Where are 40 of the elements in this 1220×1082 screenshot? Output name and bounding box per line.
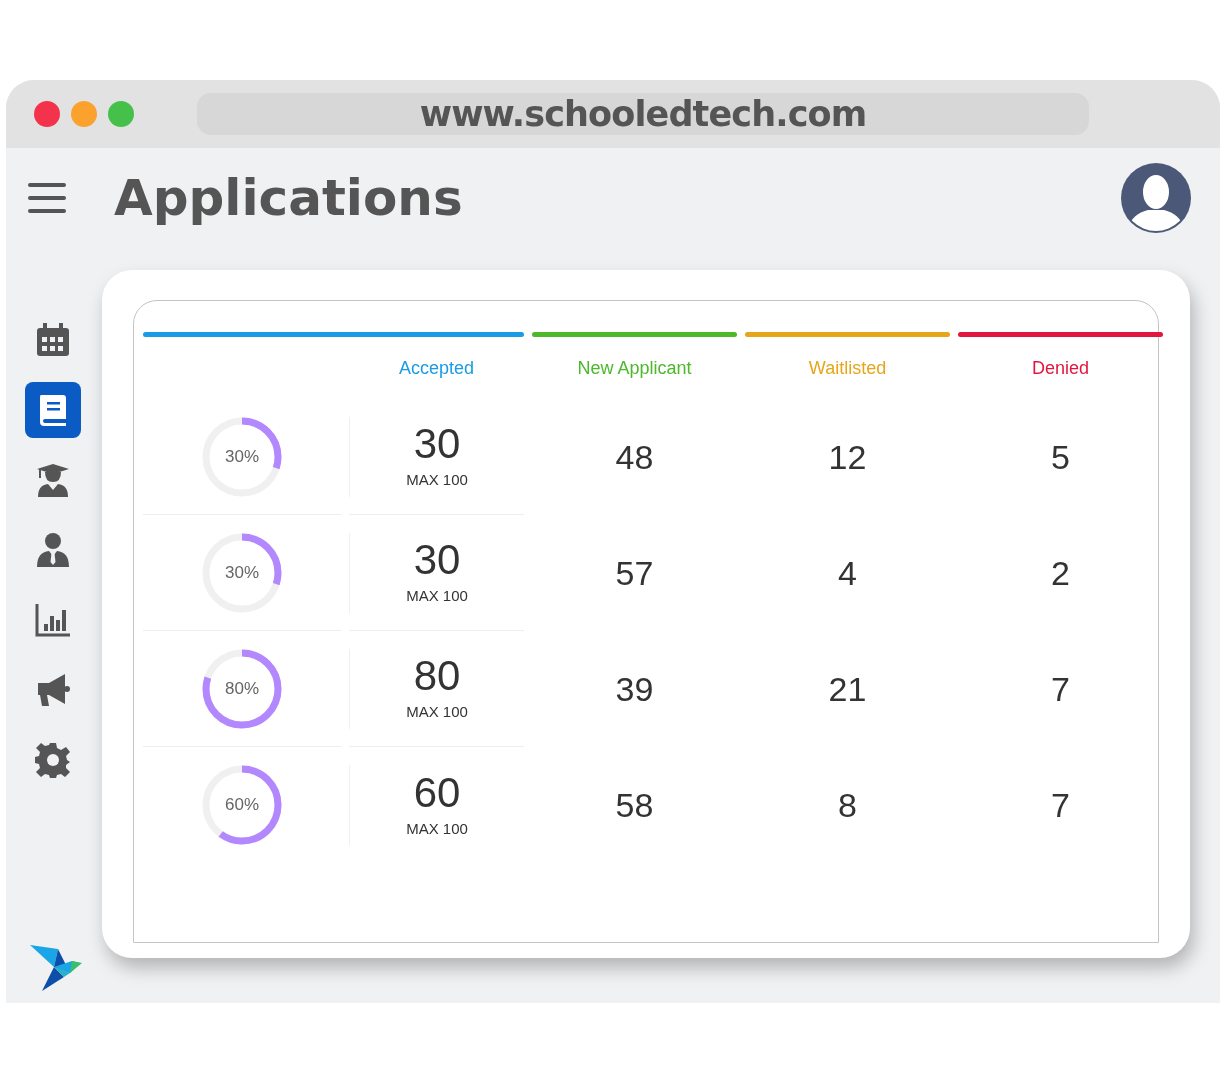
- percent-label: 30%: [225, 445, 259, 468]
- denied-count: 2: [1051, 552, 1070, 594]
- column-header: Accepted: [398, 356, 475, 380]
- page-title: Applications: [114, 167, 463, 229]
- column-header: New Applicant: [577, 356, 692, 380]
- close-button[interactable]: [34, 101, 60, 127]
- sidebar-item[interactable]: [25, 382, 81, 438]
- calendar-icon: [35, 322, 71, 358]
- accepted-count: 60: [413, 769, 461, 816]
- new-applicant-count: 39: [615, 668, 654, 710]
- accepted-count: 80: [413, 653, 461, 700]
- waitlisted-count: 12: [828, 436, 867, 478]
- accepted-count: 30: [413, 421, 461, 468]
- waitlisted-count: 8: [838, 784, 857, 826]
- accepted-count: 30: [413, 537, 461, 584]
- percent-label: 30%: [225, 561, 259, 584]
- waitlisted-count: 21: [828, 668, 867, 710]
- denied-count: 5: [1051, 436, 1070, 478]
- waitlisted-count: 4: [838, 552, 857, 594]
- new-applicant-count: 57: [615, 552, 654, 594]
- address-bar[interactable]: www.schooledtech.com: [197, 93, 1089, 135]
- max-label: MAX 100: [406, 586, 468, 607]
- column-header: Denied: [1031, 356, 1089, 380]
- new-applicant-count: 58: [615, 784, 654, 826]
- denied-count: 7: [1051, 784, 1070, 826]
- graduate-icon: [35, 462, 71, 498]
- max-label: MAX 100: [406, 702, 468, 723]
- percent-label: 60%: [225, 794, 259, 817]
- person-icon: [35, 532, 71, 568]
- bar-chart-icon: [35, 602, 71, 638]
- megaphone-icon: [35, 672, 71, 708]
- avatar-icon[interactable]: [1120, 162, 1192, 234]
- settings-icon: [35, 742, 71, 778]
- new-applicant-count: 48: [615, 436, 654, 478]
- max-label: MAX 100: [406, 470, 468, 491]
- max-label: MAX 100: [406, 818, 468, 839]
- menu-icon[interactable]: [28, 181, 66, 215]
- percent-label: 80%: [225, 677, 259, 700]
- column-header: Waitlisted: [808, 356, 887, 380]
- denied-count: 7: [1051, 668, 1070, 710]
